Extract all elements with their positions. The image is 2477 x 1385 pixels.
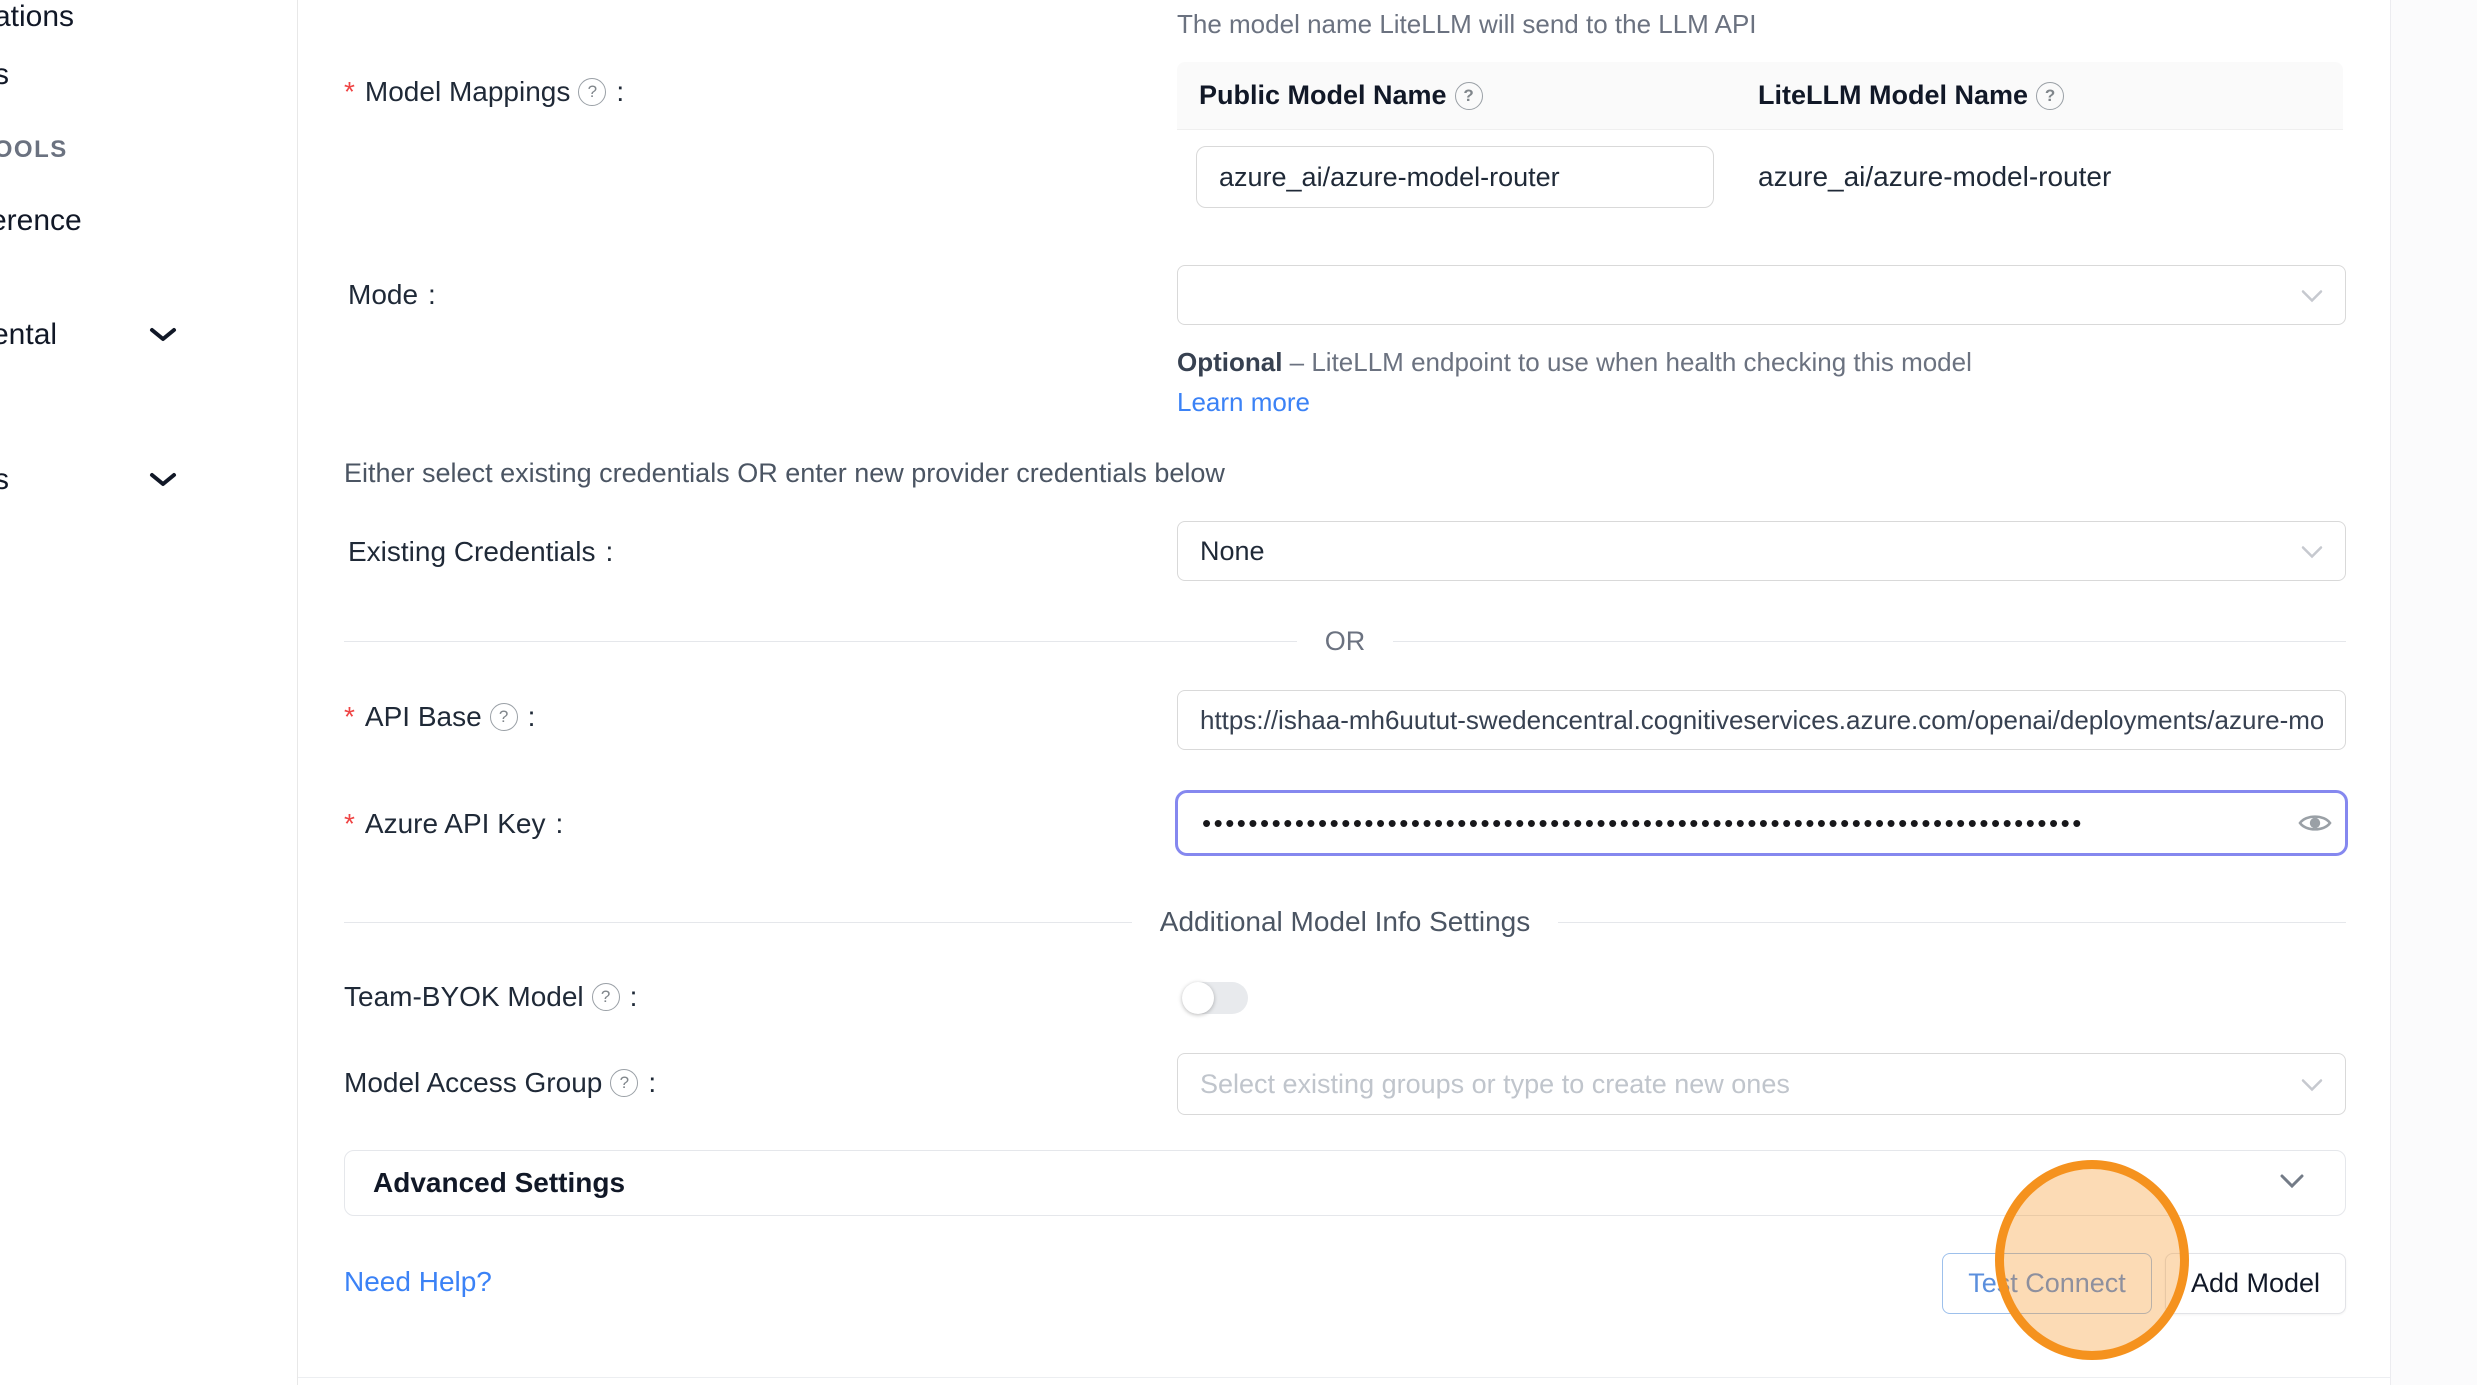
model-access-group-placeholder: Select existing groups or type to create… — [1200, 1069, 1790, 1100]
eye-icon[interactable] — [2285, 811, 2345, 835]
existing-credentials-label-row: Existing Credentials : — [348, 532, 613, 572]
help-tooltip-icon[interactable]: ? — [592, 983, 620, 1011]
toggle-knob — [1182, 982, 1214, 1014]
required-marker: * — [344, 701, 355, 733]
card-right-border — [2390, 0, 2391, 1385]
public-model-name-header: Public Model Name ? — [1177, 62, 1736, 129]
model-name-hint: The model name LiteLLM will send to the … — [1177, 4, 1757, 44]
mode-label: Mode — [348, 279, 418, 311]
public-model-name-input[interactable] — [1196, 146, 1714, 208]
test-connect-button[interactable]: Test Connect — [1942, 1253, 2152, 1314]
divider-line — [344, 922, 1132, 923]
label-colon: : — [648, 1067, 656, 1099]
chevron-down-icon — [2301, 280, 2323, 311]
chevron-down-icon — [148, 326, 178, 349]
litellm-model-name-header-label: LiteLLM Model Name — [1758, 80, 2028, 111]
or-divider-text: OR — [1325, 626, 1366, 657]
learn-more-link[interactable]: Learn more — [1177, 387, 1310, 417]
sidebar-item-inference[interactable]: erence — [0, 204, 82, 238]
team-byok-label-row: Team-BYOK Model ? : — [344, 977, 637, 1017]
mode-hint-optional: Optional — [1177, 347, 1282, 377]
model-access-group-label: Model Access Group — [344, 1067, 602, 1099]
add-model-button[interactable]: Add Model — [2165, 1253, 2346, 1314]
mode-label-row: Mode : — [348, 275, 436, 315]
sidebar-item[interactable]: s — [0, 463, 9, 497]
help-tooltip-icon[interactable]: ? — [610, 1069, 638, 1097]
litellm-model-name-header: LiteLLM Model Name ? — [1736, 62, 2343, 129]
sidebar: ations s TOOLS erence ental s — [0, 0, 298, 1385]
help-tooltip-icon[interactable]: ? — [578, 78, 606, 106]
existing-credentials-value: None — [1200, 536, 1265, 567]
model-mappings-table-header: Public Model Name ? LiteLLM Model Name ? — [1177, 62, 2343, 130]
model-mappings-label: Model Mappings — [365, 76, 570, 108]
api-base-label: API Base — [365, 701, 482, 733]
api-base-input[interactable] — [1177, 690, 2346, 750]
label-colon: : — [428, 279, 436, 311]
sidebar-section-tools: TOOLS — [0, 136, 68, 164]
chevron-down-icon — [2301, 1069, 2323, 1100]
azure-api-key-field[interactable] — [1175, 790, 2348, 856]
chevron-down-icon — [148, 471, 178, 494]
additional-settings-divider-text: Additional Model Info Settings — [1160, 906, 1530, 938]
or-divider: OR — [344, 626, 2346, 657]
litellm-model-name-value: azure_ai/azure-model-router — [1736, 161, 2343, 193]
sidebar-item-experimental[interactable]: ental — [0, 318, 57, 352]
model-mappings-row: azure_ai/azure-model-router — [1177, 130, 2343, 224]
model-access-group-select[interactable]: Select existing groups or type to create… — [1177, 1053, 2346, 1115]
existing-credentials-select[interactable]: None — [1177, 521, 2346, 581]
help-tooltip-icon[interactable]: ? — [490, 703, 518, 731]
label-colon: : — [528, 701, 536, 733]
model-access-group-label-row: Model Access Group ? : — [344, 1063, 656, 1103]
label-colon: : — [555, 808, 563, 840]
model-mappings-table: Public Model Name ? LiteLLM Model Name ?… — [1177, 62, 2343, 224]
help-tooltip-icon[interactable]: ? — [1455, 82, 1483, 110]
azure-api-key-label: Azure API Key — [365, 808, 546, 840]
need-help-link[interactable]: Need Help? — [344, 1266, 492, 1298]
required-marker: * — [344, 76, 355, 108]
required-marker: * — [344, 808, 355, 840]
existing-credentials-label: Existing Credentials — [348, 536, 595, 568]
team-byok-label: Team-BYOK Model — [344, 981, 584, 1013]
card-bottom-border — [298, 1377, 2390, 1378]
api-base-label-row: * API Base ? : — [344, 697, 535, 737]
model-mappings-label-row: * Model Mappings ? : — [344, 72, 624, 112]
label-colon: : — [605, 536, 613, 568]
advanced-settings-label: Advanced Settings — [373, 1167, 625, 1199]
add-model-form-screen: ations s TOOLS erence ental s The model … — [0, 0, 2477, 1385]
label-colon: : — [630, 981, 638, 1013]
team-byok-toggle[interactable] — [1182, 982, 1248, 1014]
azure-api-key-input[interactable] — [1178, 808, 2285, 839]
mode-select[interactable] — [1177, 265, 2346, 325]
sidebar-item-organizations[interactable]: ations — [0, 0, 74, 34]
public-model-name-header-label: Public Model Name — [1199, 80, 1447, 111]
chevron-down-icon — [2301, 536, 2323, 567]
azure-api-key-label-row: * Azure API Key : — [344, 804, 563, 844]
page-background — [2391, 0, 2477, 1385]
mode-hint: Optional – LiteLLM endpoint to use when … — [1177, 342, 2007, 422]
divider-line — [1558, 922, 2346, 923]
sidebar-item[interactable]: s — [0, 58, 9, 92]
help-tooltip-icon[interactable]: ? — [2036, 82, 2064, 110]
divider-line — [1393, 641, 2346, 642]
label-colon: : — [616, 76, 624, 108]
chevron-down-icon — [2279, 1173, 2305, 1194]
advanced-settings-panel[interactable]: Advanced Settings — [344, 1150, 2346, 1216]
additional-settings-divider: Additional Model Info Settings — [344, 906, 2346, 938]
mode-hint-text: – LiteLLM endpoint to use when health ch… — [1282, 347, 1971, 377]
divider-line — [344, 641, 1297, 642]
credentials-note: Either select existing credentials OR en… — [344, 458, 1225, 489]
